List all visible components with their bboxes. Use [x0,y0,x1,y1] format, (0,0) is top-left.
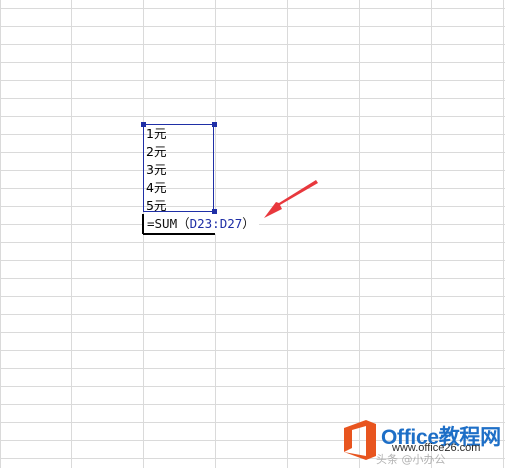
spreadsheet-canvas: 1元 2元 3元 4元 5元 =SUM（D23:D27） Office教程网 w… [0,0,505,468]
selection-handle-top-right[interactable] [212,122,217,127]
cell-d25[interactable]: 3元 [146,161,166,178]
cell-d27[interactable]: 5元 [146,197,166,214]
formula-suffix: ） [242,216,255,231]
active-cell-underline [143,233,215,235]
cell-d24[interactable]: 2元 [146,143,166,160]
watermark: Office教程网 www.office26.com 头条 @小办公 [340,418,505,468]
sheet-grid [0,0,505,468]
cell-d26[interactable]: 4元 [146,179,166,196]
formula-range-reference: D23:D27 [189,216,243,231]
cell-d23[interactable]: 1元 [146,125,166,142]
formula-prefix: =SUM（ [147,216,190,231]
watermark-credit: 头条 @小办公 [376,453,446,466]
active-cell-d28-formula[interactable]: =SUM（D23:D27） [142,214,259,234]
office-logo-icon [344,420,376,460]
